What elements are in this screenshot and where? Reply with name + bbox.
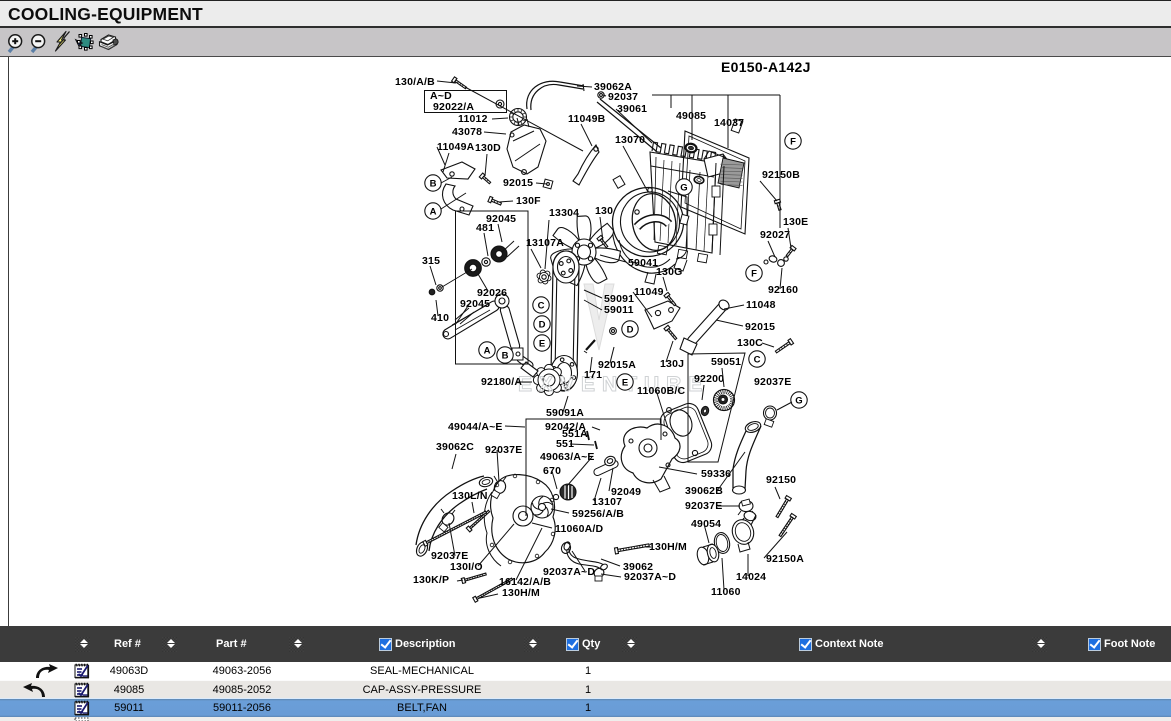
svg-text:11049B: 11049B [568,113,606,125]
svg-text:130D: 130D [475,142,501,154]
svg-text:G: G [795,396,802,407]
svg-text:A: A [430,207,437,218]
svg-text:13107: 13107 [592,496,622,508]
svg-text:B: B [502,351,509,362]
svg-text:92150: 92150 [766,474,796,486]
svg-text:D: D [539,320,546,331]
svg-text:49085: 49085 [676,110,706,122]
svg-text:39061: 39061 [617,103,647,115]
svg-text:B: B [430,179,437,190]
svg-text:130L/N: 130L/N [452,490,488,502]
svg-text:59041: 59041 [628,257,658,269]
svg-text:39062C: 39062C [436,441,474,453]
svg-text:13070: 13070 [615,134,645,146]
svg-text:130/A/B: 130/A/B [395,76,435,88]
svg-text:11048: 11048 [746,299,776,311]
svg-text:92037: 92037 [608,91,638,103]
svg-text:92015: 92015 [503,177,533,189]
svg-text:D: D [627,325,634,336]
svg-text:130I/O: 130I/O [450,561,483,573]
svg-text:11049: 11049 [634,286,664,298]
svg-text:130J: 130J [660,358,684,370]
svg-text:11012: 11012 [458,113,488,125]
svg-text:43078: 43078 [452,126,482,138]
svg-text:F: F [790,137,796,148]
svg-text:130F: 130F [516,195,541,207]
svg-text:92022/A: 92022/A [433,101,474,113]
svg-text:11060: 11060 [711,586,741,598]
svg-text:92015: 92015 [745,321,775,333]
svg-text:59091A: 59091A [546,407,584,419]
svg-text:E0150-A142J: E0150-A142J [721,59,811,75]
svg-text:481: 481 [476,222,494,234]
svg-text:130H/M: 130H/M [649,541,687,553]
svg-text:130K/P: 130K/P [413,574,449,586]
svg-text:92200: 92200 [694,373,724,385]
svg-text:C: C [538,301,545,312]
svg-text:130E: 130E [783,216,808,228]
svg-text:92027: 92027 [760,229,790,241]
svg-text:F: F [751,269,757,280]
svg-text:92037E: 92037E [685,500,722,512]
svg-text:C: C [754,355,761,366]
svg-text:59051: 59051 [711,356,741,368]
svg-text:11060B/C: 11060B/C [637,385,686,397]
svg-text:92045: 92045 [460,298,490,310]
svg-text:92037A~D: 92037A~D [543,566,595,578]
svg-text:130C: 130C [737,337,763,349]
svg-text:410: 410 [431,312,449,324]
svg-text:49063/A~E: 49063/A~E [540,451,595,463]
svg-text:92150B: 92150B [762,169,800,181]
svg-text:13107A: 13107A [526,237,564,249]
svg-text:11060A/D: 11060A/D [555,523,604,535]
svg-text:14024: 14024 [736,571,766,583]
svg-text:315: 315 [422,255,440,267]
svg-text:130H/M: 130H/M [502,587,540,599]
svg-text:A: A [484,346,491,357]
svg-text:171: 171 [584,369,602,381]
svg-text:92037E: 92037E [485,444,522,456]
svg-text:92037E: 92037E [754,376,791,388]
svg-text:92150A: 92150A [766,553,804,565]
svg-text:92015A: 92015A [598,359,636,371]
svg-text:59011: 59011 [604,304,634,316]
svg-text:130: 130 [595,205,613,217]
svg-text:E: E [622,378,628,389]
svg-text:130G: 130G [656,266,683,278]
svg-text:E: E [539,339,545,350]
svg-text:13304: 13304 [549,207,579,219]
svg-text:11049A: 11049A [437,141,475,153]
svg-text:39062: 39062 [623,561,653,573]
svg-text:G: G [680,183,687,194]
svg-text:92160: 92160 [768,284,798,296]
svg-text:49054: 49054 [691,518,721,530]
svg-text:59256/A/B: 59256/A/B [572,508,624,520]
svg-text:49044/A~E: 49044/A~E [448,421,503,433]
svg-text:14037: 14037 [714,117,744,129]
